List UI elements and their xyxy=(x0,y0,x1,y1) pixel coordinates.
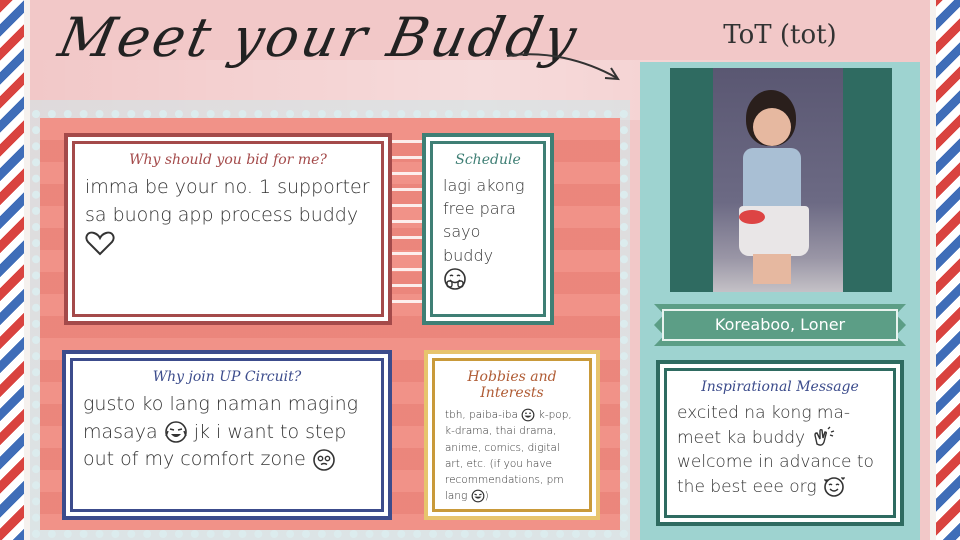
laughing-face-icon xyxy=(471,489,485,503)
decorative-stripes xyxy=(392,140,422,310)
grinning-sweat-face-icon xyxy=(521,408,535,422)
card-hobbies-text-c: ) xyxy=(484,490,489,503)
card-hobbies-inner: Hobbies and Interests tbh, paiba-iba k-p… xyxy=(432,358,592,512)
card-why-bid-title: Why should you bid for me? xyxy=(129,152,327,168)
card-inspirational: Inspirational Message excited na kong ma… xyxy=(656,360,904,526)
card-hobbies: Hobbies and Interests tbh, paiba-iba k-p… xyxy=(424,350,600,520)
card-schedule-title: Schedule xyxy=(455,152,521,168)
card-inspirational-inner: Inspirational Message excited na kong ma… xyxy=(664,368,896,518)
card-schedule: Schedule lagi akong free para sayo buddy xyxy=(422,133,554,325)
photo-toy xyxy=(739,210,765,224)
card-why-bid: Why should you bid for me? imma be your … xyxy=(64,133,392,325)
card-inspirational-title: Inspirational Message xyxy=(701,379,859,395)
card-why-bid-text: imma be your no. 1 supporter sa buong ap… xyxy=(85,176,370,226)
crying-laughing-face-icon xyxy=(164,421,187,443)
card-inspirational-body: excited na kong ma-meet ka buddy welcome… xyxy=(677,401,883,500)
card-hobbies-text-a: tbh, paiba-iba xyxy=(445,409,519,421)
card-hobbies-body: tbh, paiba-iba k-pop, k-drama, thai dram… xyxy=(445,407,579,505)
card-schedule-body: lagi akong free para sayo buddy xyxy=(443,174,533,291)
card-why-bid-inner: Why should you bid for me? imma be your … xyxy=(72,141,384,317)
airmail-border-right xyxy=(930,0,960,540)
arrow-right-icon xyxy=(506,53,620,81)
smiling-hearts-face-icon xyxy=(823,476,845,497)
card-hobbies-title: Hobbies and Interests xyxy=(467,369,557,401)
card-why-join-inner: Why join UP Circuit? gusto ko lang naman… xyxy=(70,358,384,512)
card-schedule-inner: Schedule lagi akong free para sayo buddy xyxy=(430,141,546,317)
heart-outline-icon xyxy=(85,231,115,256)
buddy-tags: Koreaboo, Loner xyxy=(662,309,898,341)
card-why-bid-body: imma be your no. 1 supporter sa buong ap… xyxy=(85,174,371,257)
card-schedule-text: lagi akong free para sayo buddy xyxy=(443,176,525,265)
clapping-hands-icon xyxy=(813,426,834,446)
card-why-join-title: Why join UP Circuit? xyxy=(152,369,302,385)
card-hobbies-text-b: k-pop, k-drama, thai drama, anime, comic… xyxy=(445,409,572,503)
photo-face xyxy=(753,108,791,146)
hugging-face-icon xyxy=(444,268,466,291)
card-why-join: Why join UP Circuit? gusto ko lang naman… xyxy=(62,350,392,520)
photo-legs xyxy=(753,254,791,284)
airmail-border-left xyxy=(0,0,30,540)
buddy-photo xyxy=(713,68,843,292)
pleading-face-icon xyxy=(313,448,335,471)
buddy-name: ToT (tot) xyxy=(723,20,837,50)
card-why-join-body: gusto ko lang naman maging masaya jk i w… xyxy=(83,391,371,474)
